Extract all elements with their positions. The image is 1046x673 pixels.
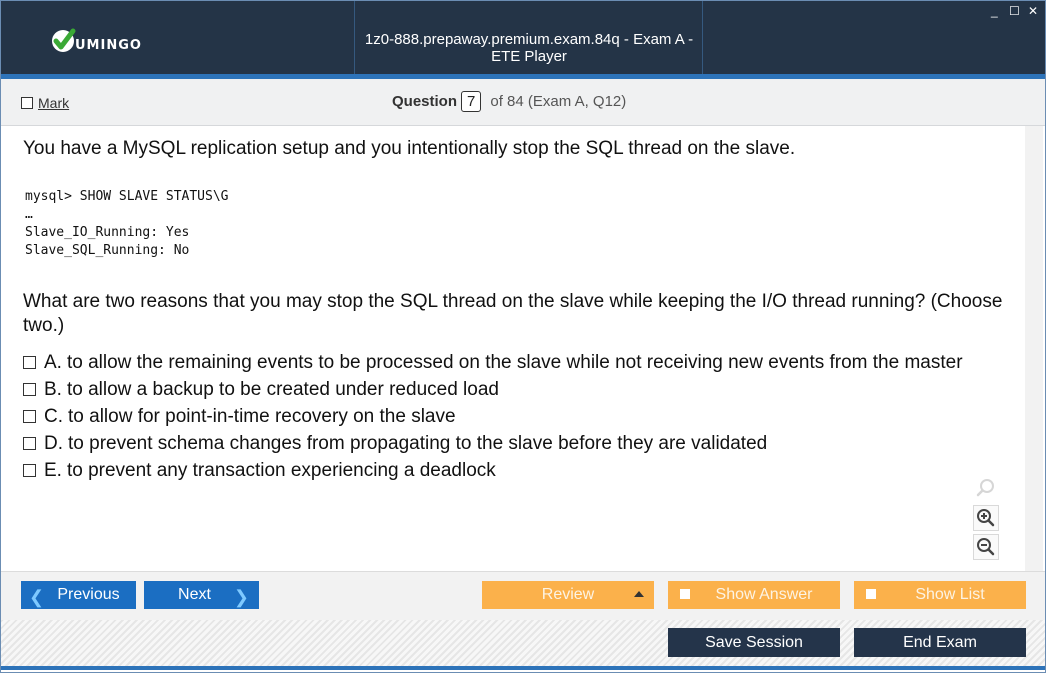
save-session-button[interactable]: Save Session: [668, 628, 840, 657]
title-separator: [354, 1, 355, 74]
search-icon: [976, 479, 994, 497]
next-button[interactable]: Next ❯: [144, 581, 259, 609]
show-list-toggle[interactable]: Show List: [854, 581, 1026, 609]
question-stem: You have a MySQL replication setup and y…: [23, 138, 796, 159]
option-letter: C.: [44, 405, 63, 427]
code-line: …: [25, 207, 33, 222]
next-label: Next: [178, 586, 211, 603]
zoom-in-icon: [977, 509, 995, 527]
logo-text: UMINGO: [75, 37, 142, 53]
show-answer-checkbox[interactable]: [680, 589, 690, 599]
code-line: Slave_SQL_Running: No: [25, 243, 190, 258]
option-text: to allow for point-in-time recovery on t…: [68, 405, 456, 427]
previous-button[interactable]: ❮ Previous: [21, 581, 136, 609]
option-letter: B.: [44, 378, 62, 400]
answer-options: A. to allow the remaining events to be p…: [23, 349, 963, 484]
code-line: mysql> SHOW SLAVE STATUS\G: [25, 189, 229, 204]
zoom-out-icon: [977, 538, 995, 556]
navigation-bar: ❮ Previous Next ❯ Review Show Answer Sho…: [1, 571, 1045, 620]
logo-check-icon: [52, 28, 76, 52]
end-exam-button[interactable]: End Exam: [854, 628, 1026, 657]
show-list-checkbox[interactable]: [866, 589, 876, 599]
option-b[interactable]: B. to allow a backup to be created under…: [23, 376, 963, 403]
close-button[interactable]: ✕: [1028, 5, 1038, 17]
option-text: to allow the remaining events to be proc…: [66, 351, 963, 373]
footer-accent: [1, 666, 1045, 670]
question-content: You have a MySQL replication setup and y…: [5, 126, 1025, 571]
mark-label: Mark: [38, 95, 70, 111]
option-a[interactable]: A. to allow the remaining events to be p…: [23, 349, 963, 376]
mark-checkbox[interactable]: Mark: [21, 95, 69, 111]
show-answer-toggle[interactable]: Show Answer: [668, 581, 840, 609]
option-letter: D.: [44, 432, 63, 454]
zoom-out-button[interactable]: [973, 534, 999, 560]
title-separator: [702, 1, 703, 74]
option-checkbox[interactable]: [23, 356, 36, 369]
option-e[interactable]: E. to prevent any transaction experienci…: [23, 457, 963, 484]
code-block: mysql> SHOW SLAVE STATUS\G … Slave_IO_Runn…: [25, 188, 229, 260]
minimize-button[interactable]: _: [991, 5, 998, 17]
zoom-reset-button[interactable]: [973, 475, 999, 501]
question-total: of 84 (Exam A, Q12): [490, 93, 627, 110]
option-d[interactable]: D. to prevent schema changes from propag…: [23, 430, 963, 457]
mark-box[interactable]: [21, 97, 33, 109]
vertical-scrollbar[interactable]: [1025, 126, 1043, 571]
option-letter: E.: [44, 459, 62, 481]
option-c[interactable]: C. to allow for point-in-time recovery o…: [23, 403, 963, 430]
option-checkbox[interactable]: [23, 383, 36, 396]
caret-up-icon: [634, 591, 644, 597]
question-number-input[interactable]: 7: [461, 91, 482, 112]
maximize-button[interactable]: ☐: [1009, 5, 1020, 17]
question-header: Mark Question 7 of 84 (Exam A, Q12): [1, 79, 1045, 126]
title-bar: UMINGO 1z0-888.prepaway.premium.exam.84q…: [1, 1, 1045, 79]
footer-bar: Save Session End Exam: [1, 620, 1045, 666]
option-text: to prevent schema changes from propagati…: [68, 432, 768, 454]
option-checkbox[interactable]: [23, 437, 36, 450]
app-window: UMINGO 1z0-888.prepaway.premium.exam.84q…: [0, 0, 1046, 673]
review-button[interactable]: Review: [482, 581, 654, 609]
zoom-in-button[interactable]: [973, 505, 999, 531]
chevron-left-icon: ❮: [29, 587, 45, 607]
question-indicator: Question 7 of 84 (Exam A, Q12): [392, 91, 626, 112]
question-prompt: What are two reasons that you may stop t…: [23, 291, 1003, 336]
show-answer-label: Show Answer: [715, 586, 813, 603]
code-line: Slave_IO_Running: Yes: [25, 225, 190, 240]
option-letter: A.: [44, 351, 62, 373]
logo: UMINGO: [49, 25, 142, 57]
option-checkbox[interactable]: [23, 464, 36, 477]
option-text: to prevent any transaction experiencing …: [66, 459, 496, 481]
option-text: to allow a backup to be created under re…: [66, 378, 499, 400]
window-title: 1z0-888.prepaway.premium.exam.84q - Exam…: [364, 31, 694, 65]
review-label: Review: [541, 586, 595, 603]
previous-label: Previous: [57, 586, 120, 603]
option-checkbox[interactable]: [23, 410, 36, 423]
chevron-right-icon: ❯: [233, 587, 249, 607]
question-label: Question: [392, 93, 458, 110]
show-list-label: Show List: [915, 586, 985, 603]
